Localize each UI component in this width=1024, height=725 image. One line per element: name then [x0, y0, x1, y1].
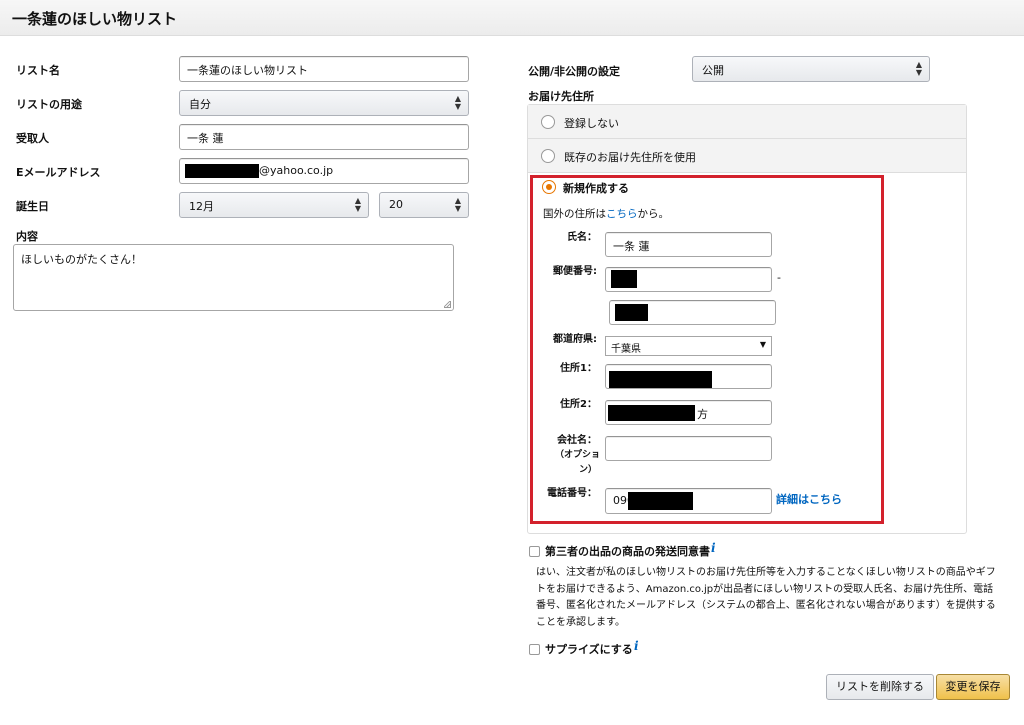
list-name-input[interactable]: 一条蓮のほしい物リスト [179, 56, 469, 82]
select-arrows-icon: ▲ ▼ [454, 94, 461, 111]
recipient-input[interactable]: 一条 蓮 [179, 124, 469, 150]
select-arrows-icon: ▲ ▼ [454, 196, 461, 213]
page-header: 一条蓮のほしい物リスト [0, 0, 1024, 36]
save-changes-button[interactable]: 変更を保存 [936, 674, 1010, 700]
overseas-link[interactable]: こちら [606, 208, 638, 220]
company-label-optional: （オプショ [554, 450, 600, 460]
address1-label: 住所1： [560, 363, 597, 374]
content-label: 内容 [16, 230, 38, 243]
phone-label: 電話番号： [547, 488, 597, 499]
list-name-value: 一条蓮のほしい物リスト [187, 64, 308, 77]
recipient-label: 受取人 [16, 132, 49, 145]
overseas-prefix: 国外の住所は [543, 208, 606, 220]
postal-2-redacted [615, 304, 648, 321]
visibility-value: 公開 [702, 64, 724, 77]
company-label-optional-end: ン） [578, 465, 597, 475]
overseas-note: 国外の住所はこちらから。 [543, 206, 669, 221]
page-title: 一条蓮のほしい物リスト [12, 10, 178, 28]
info-icon[interactable]: i [711, 541, 716, 555]
email-input[interactable]: @yahoo.co.jp [179, 158, 469, 184]
postal-label: 郵便番号: [553, 266, 597, 277]
content-textarea[interactable]: ほしいものがたくさん！ [13, 244, 454, 311]
surprise-checkbox[interactable] [529, 644, 540, 655]
address1-redacted [609, 371, 712, 388]
address-label: お届け先住所 [528, 90, 594, 103]
dropdown-arrow-icon: ▼ [759, 340, 766, 349]
address-option-new-label[interactable]: 新規作成する [563, 180, 629, 196]
prefecture-select[interactable]: 千葉県 ▼ [605, 336, 772, 356]
overseas-suffix: から。 [637, 208, 670, 220]
delete-list-button[interactable]: リストを削除する [826, 674, 934, 700]
prefecture-value: 千葉県 [611, 344, 641, 355]
email-domain: @yahoo.co.jp [259, 164, 334, 177]
email-label: Eメールアドレス [16, 166, 101, 179]
purpose-label: リストの用途 [16, 98, 82, 111]
address-option-existing-label: 既存のお届け先住所を使用 [564, 151, 696, 164]
birthday-day-value: 20 [389, 198, 403, 211]
phone-details-link[interactable]: 詳細はこちら [776, 491, 842, 507]
address-option-none-label: 登録しない [564, 117, 619, 130]
address2-suffix: 方 [697, 408, 708, 421]
postal-1-redacted [611, 270, 637, 288]
radio-new[interactable] [542, 180, 556, 194]
content-value: ほしいものがたくさん！ [21, 253, 142, 266]
purpose-select[interactable]: 自分 ▲ ▼ [179, 90, 469, 116]
select-arrows-icon: ▲ ▼ [915, 60, 922, 77]
surprise-label[interactable]: サプライズにする [545, 641, 633, 657]
postal-dash: - [777, 271, 781, 284]
visibility-label: 公開/非公開の設定 [528, 65, 621, 78]
phone-redacted [628, 492, 693, 510]
radio-existing[interactable] [541, 149, 555, 163]
list-name-label: リスト名 [16, 64, 60, 77]
prefecture-label: 都道府県: [553, 334, 597, 345]
address2-label: 住所2： [560, 399, 597, 410]
company-input[interactable] [605, 436, 772, 461]
birthday-month-select[interactable]: 12月 ▲ ▼ [179, 192, 369, 218]
resize-grip-icon[interactable] [444, 301, 451, 308]
birthday-label: 誕生日 [16, 200, 49, 213]
third-party-label[interactable]: 第三者の出品の商品の発送同意書 [545, 543, 710, 559]
address-option-none[interactable]: 登録しない [528, 105, 966, 139]
visibility-select[interactable]: 公開 ▲ ▼ [692, 56, 930, 82]
name-value: 一条 蓮 [613, 240, 650, 253]
email-redacted [185, 164, 259, 178]
info-icon[interactable]: i [634, 639, 639, 653]
address-option-existing[interactable]: 既存のお届け先住所を使用 [528, 139, 966, 173]
name-label: 氏名： [567, 232, 597, 243]
birthday-month-value: 12月 [189, 200, 214, 213]
radio-none[interactable] [541, 115, 555, 129]
third-party-checkbox[interactable] [529, 546, 540, 557]
purpose-value: 自分 [189, 98, 211, 111]
recipient-value: 一条 蓮 [187, 132, 224, 145]
name-input[interactable]: 一条 蓮 [605, 232, 772, 257]
select-arrows-icon: ▲ ▼ [354, 196, 361, 213]
third-party-consent-text: はい、注文者が私のほしい物リストのお届け先住所等を入力することなくほしい物リスト… [536, 567, 996, 628]
company-label: 会社名： [557, 435, 597, 446]
birthday-day-select[interactable]: 20 ▲ ▼ [379, 192, 469, 218]
address2-redacted [608, 405, 695, 421]
